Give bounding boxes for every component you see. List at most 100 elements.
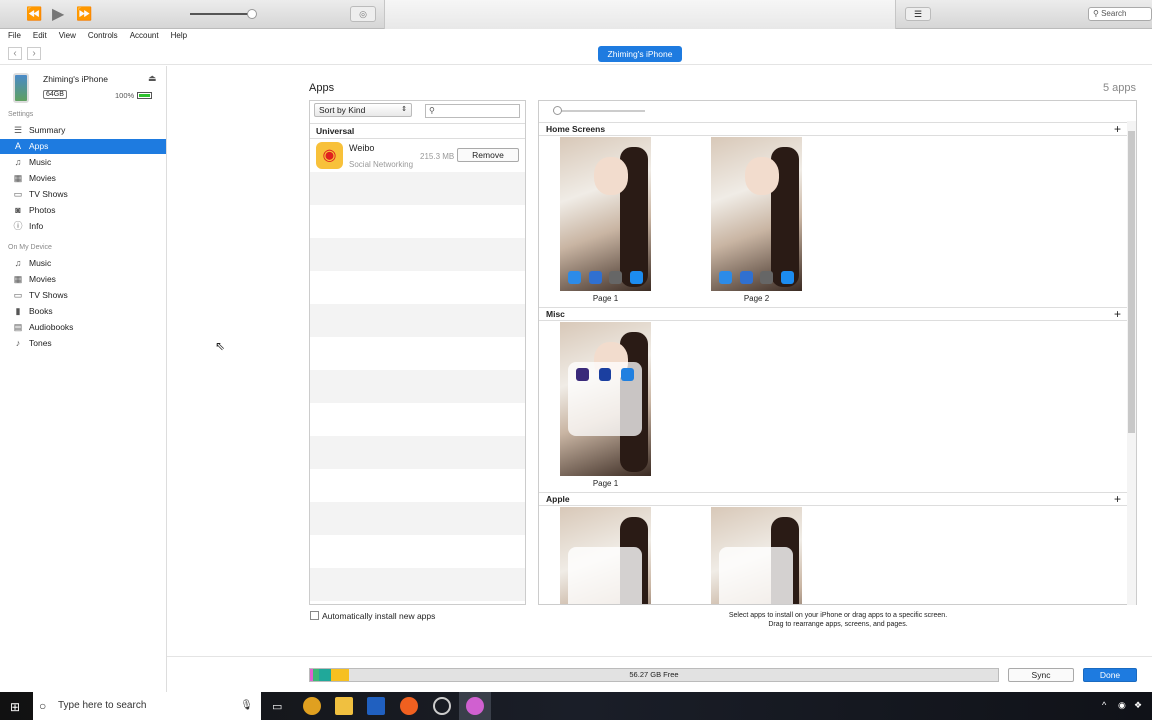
apps-title: Apps (309, 82, 335, 94)
sidebar-item-tv-shows[interactable]: ▭ TV Shows (0, 288, 166, 303)
settings-header: Settings (8, 111, 34, 118)
sidebar-item-label: Music (29, 157, 52, 167)
info-icon: ⓘ (13, 221, 23, 231)
sidebar-item-label: Photos (29, 205, 56, 215)
section-home-screens: Home Screens + (539, 122, 1127, 136)
chrome-icon[interactable] (303, 697, 321, 715)
play-button[interactable]: ▶ (52, 4, 64, 24)
folder[interactable] (568, 362, 642, 436)
powershell-icon[interactable] (367, 697, 385, 715)
remove-button[interactable]: Remove (457, 148, 519, 162)
volume-knob[interactable] (247, 9, 257, 19)
list-icon: ☰ (13, 125, 23, 135)
sidebar-item-summary[interactable]: ☰ Summary (0, 123, 166, 138)
menu-view[interactable]: View (51, 29, 80, 43)
zoom-slider[interactable] (553, 110, 645, 112)
app-size: 215.3 MB (420, 152, 455, 161)
airplay-button[interactable]: ◎ (350, 6, 376, 22)
sidebar-item-label: Summary (29, 125, 66, 135)
sidebar-item-music[interactable]: ♫ Music (0, 256, 166, 271)
scrollbar-thumb[interactable] (1128, 131, 1135, 433)
menu-bar: File Edit View Controls Account Help (0, 29, 1152, 43)
sidebar-item-books[interactable]: ▮ Books (0, 304, 166, 319)
music-note-icon: ♫ (14, 157, 22, 167)
device-button[interactable]: Zhiming's iPhone (598, 46, 682, 62)
home-screen-page-2[interactable] (711, 137, 802, 291)
eject-icon[interactable]: ⏏ (148, 73, 157, 84)
sidebar-item-audiobooks[interactable]: ▤ Audiobooks (0, 320, 166, 335)
task-view-icon[interactable]: ▭ (272, 700, 282, 713)
film-icon: ▦ (13, 274, 23, 284)
tv-icon: ▭ (13, 290, 23, 300)
search-field[interactable]: ⚲ Search (1088, 7, 1152, 21)
add-page-button[interactable]: + (1114, 123, 1121, 136)
sort-dropdown[interactable]: Sort by Kind ⇕ (314, 103, 412, 117)
capacity-badge: 64GB (43, 90, 67, 99)
menu-controls[interactable]: Controls (80, 29, 122, 43)
back-button[interactable]: ‹ (8, 47, 22, 60)
windows-start-icon[interactable]: ⊞ (10, 700, 20, 714)
auto-install-label: Automatically install new apps (322, 611, 436, 621)
zoom-slider-knob[interactable] (553, 106, 562, 115)
sidebar-item-label: Movies (29, 274, 56, 284)
sidebar-item-label: Info (29, 221, 44, 231)
microphone-icon[interactable]: 🎙 (240, 692, 253, 720)
sidebar-item-apps[interactable]: A Apps (0, 139, 166, 154)
music-note-icon: ♫ (14, 258, 22, 268)
sidebar-item-movies[interactable]: ▦ Movies (0, 272, 166, 287)
weibo-icon: ◉ (316, 142, 343, 169)
itunes-taskbar-button[interactable] (459, 692, 491, 720)
app-row-weibo[interactable]: ◉ Weibo Social Networking 215.3 MB Remov… (310, 139, 525, 172)
menu-edit[interactable]: Edit (25, 29, 51, 43)
app-list: Sort by Kind ⇕ ⚲ Universal ◉ Weibo Social… (309, 100, 526, 605)
sidebar-item-movies[interactable]: ▦ Movies (0, 171, 166, 186)
empty-row (310, 370, 525, 403)
menu-file[interactable]: File (0, 29, 25, 43)
apple-page-1[interactable] (560, 507, 651, 604)
up-next-button[interactable]: ☰ (905, 7, 931, 21)
menu-help[interactable]: Help (163, 29, 191, 43)
apple-logo (384, 0, 896, 29)
auto-install-checkbox[interactable] (310, 611, 319, 620)
sort-value: Sort by Kind (319, 105, 366, 115)
obs-icon[interactable] (433, 697, 451, 715)
on-my-device-header: On My Device (8, 244, 52, 251)
empty-row (310, 238, 525, 271)
empty-row (310, 568, 525, 601)
dropbox-icon[interactable]: ❖ (1134, 700, 1142, 711)
sidebar-item-label: Tones (29, 338, 52, 348)
menu-account[interactable]: Account (122, 29, 163, 43)
sidebar-item-music[interactable]: ♫ Music (0, 155, 166, 170)
misc-page-1[interactable] (560, 322, 651, 476)
sidebar-item-photos[interactable]: ◙ Photos (0, 203, 166, 218)
empty-row (310, 502, 525, 535)
add-page-button[interactable]: + (1114, 493, 1121, 506)
sidebar-item-tones[interactable]: ♪ Tones (0, 336, 166, 351)
camera-icon: ◙ (15, 205, 21, 215)
fast-forward-button[interactable]: ⏩ (76, 6, 92, 22)
done-button[interactable]: Done (1083, 668, 1137, 682)
sync-button[interactable]: Sync (1008, 668, 1074, 682)
app-name: Weibo (349, 143, 375, 153)
app-search-input[interactable]: ⚲ (425, 104, 520, 118)
file-explorer-icon[interactable] (335, 697, 353, 715)
forward-button[interactable]: › (27, 47, 41, 60)
tray-icon[interactable]: ◉ (1118, 700, 1126, 711)
volume-slider[interactable] (190, 13, 252, 15)
taskbar-search[interactable]: ○ Type here to search 🎙 (33, 692, 261, 720)
empty-row (310, 205, 525, 238)
add-page-button[interactable]: + (1114, 308, 1121, 321)
tray-chevron-icon[interactable]: ^ (1102, 700, 1106, 710)
storage-free-label: 56.27 GB Free (629, 670, 679, 679)
nav-bar (0, 43, 1152, 65)
rewind-button[interactable]: ⏪ (26, 6, 42, 22)
sidebar-item-tv-shows[interactable]: ▭ TV Shows (0, 187, 166, 202)
sidebar-item-info[interactable]: ⓘ Info (0, 219, 166, 234)
home-screen-page-1[interactable] (560, 137, 651, 291)
apple-page-2[interactable] (711, 507, 802, 604)
battery-icon (137, 92, 152, 99)
firefox-icon[interactable] (400, 697, 418, 715)
empty-row (310, 271, 525, 304)
hint-text: Select apps to install on your iPhone or… (728, 612, 948, 628)
apps-icon: A (14, 141, 21, 151)
